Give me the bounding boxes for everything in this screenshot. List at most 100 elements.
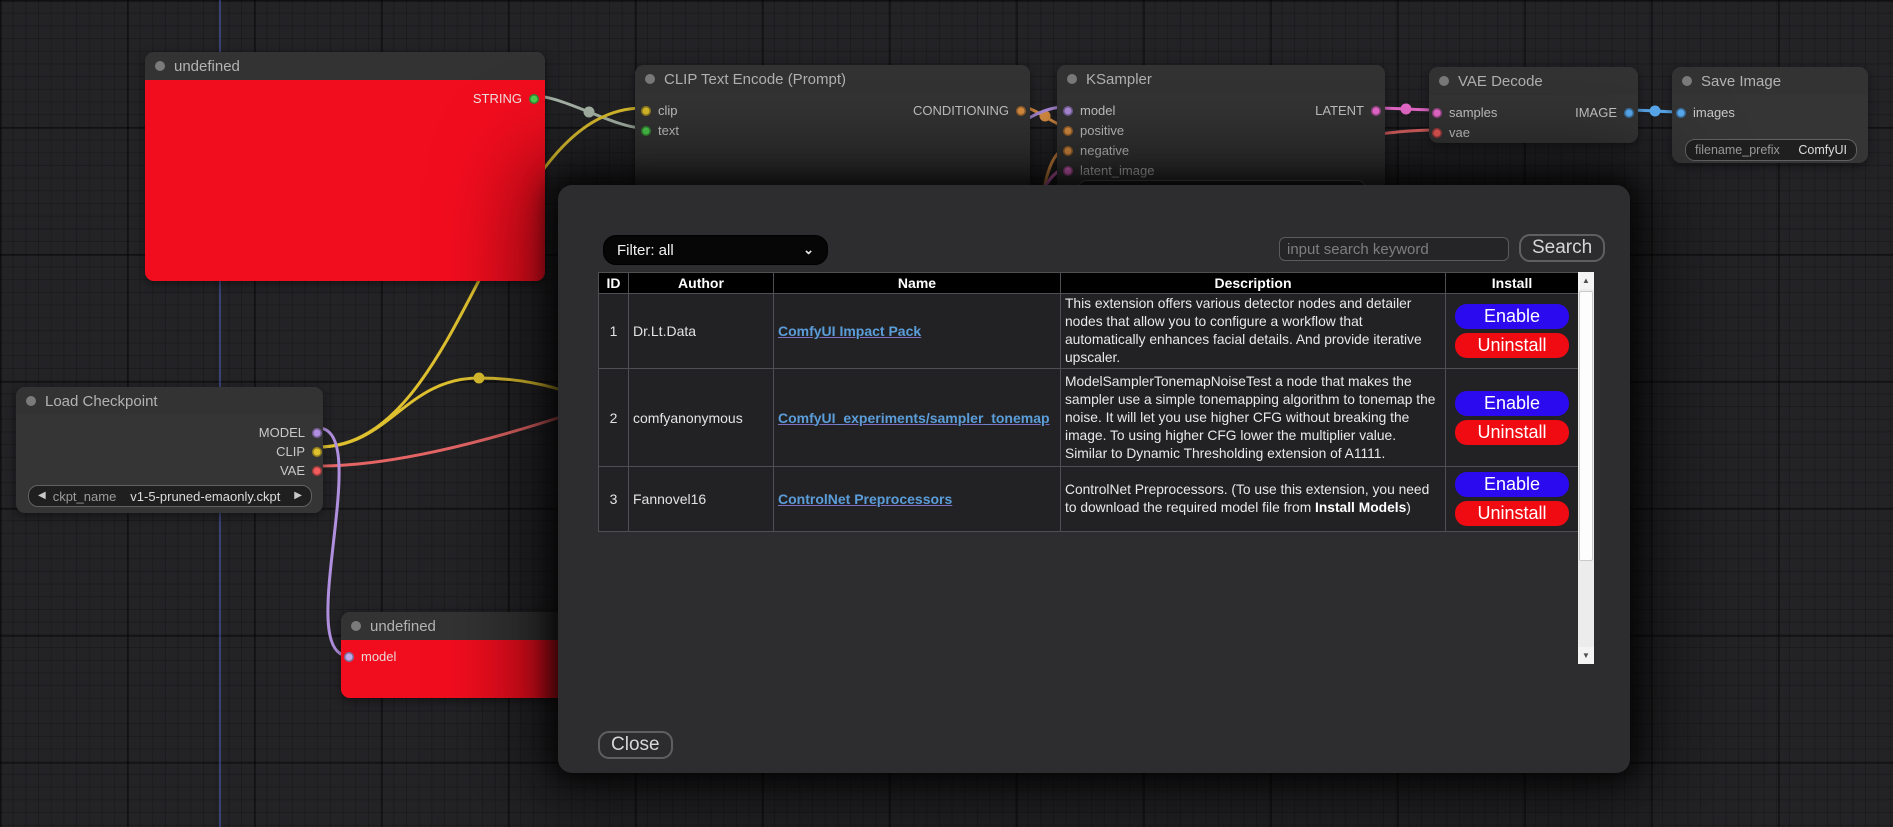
input-dot-images[interactable] <box>1676 108 1686 118</box>
enable-button[interactable]: Enable <box>1455 304 1569 329</box>
decrement-arrow-icon[interactable]: ◀ <box>38 491 46 501</box>
slot-label: text <box>658 123 679 138</box>
input-dot-latent-image[interactable] <box>1063 166 1073 176</box>
node-title: Load Checkpoint <box>45 393 158 410</box>
cell-id: 3 <box>599 467 629 532</box>
input-dot-positive[interactable] <box>1063 126 1073 136</box>
widget-value: v1-5-pruned-emaonly.ckpt <box>130 489 280 504</box>
input-slot-images[interactable]: images <box>1676 105 1735 120</box>
node-save-image[interactable]: Save Image images filename_prefix ComfyU… <box>1672 67 1868 163</box>
pack-link[interactable]: ControlNet Preprocessors <box>778 491 952 507</box>
widget-name: ckpt_name <box>53 489 117 504</box>
input-slot-vae[interactable]: vae <box>1432 125 1470 140</box>
node-titlebar: undefined <box>145 52 545 80</box>
input-dot-samples[interactable] <box>1432 108 1442 118</box>
cell-description: ModelSamplerTonemapNoiseTest a node that… <box>1061 369 1446 467</box>
output-dot-vae[interactable] <box>312 466 322 476</box>
output-dot-clip[interactable] <box>312 447 322 457</box>
node-titlebar: KSampler <box>1057 65 1385 93</box>
node-titlebar: VAE Decode <box>1429 67 1638 95</box>
input-slot-clip[interactable]: clip <box>641 103 678 118</box>
node-vae-decode[interactable]: VAE Decode samples vae IMAGE <box>1429 67 1638 143</box>
node-titlebar: Load Checkpoint <box>16 387 323 415</box>
output-dot-model[interactable] <box>312 428 322 438</box>
table-row: 2 comfyanonymous ComfyUI_experiments/sam… <box>599 369 1579 467</box>
filename-prefix-widget[interactable]: filename_prefix ComfyUI <box>1685 139 1857 161</box>
input-dot-negative[interactable] <box>1063 146 1073 156</box>
output-slot-clip[interactable]: CLIP <box>276 444 322 459</box>
table-header-row: ID Author Name Description Install <box>599 273 1579 294</box>
output-slot-conditioning[interactable]: CONDITIONING <box>913 103 1026 118</box>
output-slot-model[interactable]: MODEL <box>259 425 322 440</box>
output-slot-vae[interactable]: VAE <box>280 463 322 478</box>
slot-label: LATENT <box>1315 103 1364 118</box>
slot-label: IMAGE <box>1575 105 1617 120</box>
ckpt-name-widget[interactable]: ◀ ckpt_name v1-5-pruned-emaonly.ckpt ▶ <box>28 485 312 507</box>
input-dot-vae[interactable] <box>1432 128 1442 138</box>
node-titlebar: Save Image <box>1672 67 1868 95</box>
chevron-down-icon: ⌄ <box>803 242 814 258</box>
cell-author: Fannovel16 <box>629 467 774 532</box>
scroll-down-icon[interactable]: ▼ <box>1578 647 1594 664</box>
node-undefined-top[interactable]: undefined STRING <box>145 52 545 281</box>
header-id: ID <box>599 273 629 294</box>
input-slot-model[interactable]: model <box>1063 103 1115 118</box>
output-slot-image[interactable]: IMAGE <box>1575 105 1634 120</box>
header-install: Install <box>1446 273 1579 294</box>
input-slot-positive[interactable]: positive <box>1063 123 1124 138</box>
slot-label: model <box>1080 103 1115 118</box>
table-scrollbar[interactable]: ▲ ▼ <box>1578 272 1594 664</box>
output-dot-image[interactable] <box>1624 108 1634 118</box>
link-dot[interactable] <box>1401 104 1412 115</box>
input-dot-model[interactable] <box>1063 106 1073 116</box>
search-input[interactable] <box>1279 237 1509 261</box>
input-slot-text[interactable]: text <box>641 123 679 138</box>
pack-link[interactable]: ComfyUI Impact Pack <box>778 323 921 339</box>
link-dot[interactable] <box>474 373 485 384</box>
slot-label: CONDITIONING <box>913 103 1009 118</box>
output-dot-latent[interactable] <box>1371 106 1381 116</box>
cell-author: Dr.Lt.Data <box>629 294 774 369</box>
node-title: KSampler <box>1086 71 1152 88</box>
input-slot-negative[interactable]: negative <box>1063 143 1129 158</box>
extensions-table: ID Author Name Description Install 1 Dr.… <box>598 272 1579 532</box>
link-dot[interactable] <box>584 107 595 118</box>
scroll-up-icon[interactable]: ▲ <box>1578 272 1594 289</box>
custom-nodes-manager-dialog: Filter: all ⌄ Search ID Author Name Desc… <box>558 185 1630 773</box>
node-title: undefined <box>370 618 436 635</box>
input-slot-latent-image[interactable]: latent_image <box>1063 163 1154 178</box>
enable-button[interactable]: Enable <box>1455 472 1569 497</box>
input-dot-model[interactable] <box>344 652 354 662</box>
uninstall-button[interactable]: Uninstall <box>1455 333 1569 358</box>
node-title: Save Image <box>1701 73 1781 90</box>
slot-label: clip <box>658 103 678 118</box>
increment-arrow-icon[interactable]: ▶ <box>294 491 302 501</box>
link-dot[interactable] <box>1650 106 1661 117</box>
input-dot-clip[interactable] <box>641 106 651 116</box>
uninstall-button[interactable]: Uninstall <box>1455 501 1569 526</box>
cell-description: ControlNet Preprocessors. (To use this e… <box>1061 467 1446 532</box>
slot-label: latent_image <box>1080 163 1154 178</box>
search-button[interactable]: Search <box>1519 234 1605 262</box>
table-row: 1 Dr.Lt.Data ComfyUI Impact Pack This ex… <box>599 294 1579 369</box>
input-slot-model[interactable]: model <box>344 649 396 664</box>
output-slot-latent[interactable]: LATENT <box>1315 103 1381 118</box>
input-dot-text[interactable] <box>641 126 651 136</box>
node-status-dot <box>351 621 361 631</box>
comfyui-app: { "icons":{"left_arrow":"◀","right_arrow… <box>0 0 1893 827</box>
output-dot-string[interactable] <box>529 94 539 104</box>
input-slot-samples[interactable]: samples <box>1432 105 1497 120</box>
node-load-checkpoint[interactable]: Load Checkpoint MODEL CLIP VAE ◀ ckpt_na… <box>16 387 323 513</box>
uninstall-button[interactable]: Uninstall <box>1455 420 1569 445</box>
enable-button[interactable]: Enable <box>1455 391 1569 416</box>
scrollbar-thumb[interactable] <box>1579 291 1593 561</box>
pack-link[interactable]: ComfyUI_experiments/sampler_tonemap <box>778 410 1050 426</box>
node-titlebar: CLIP Text Encode (Prompt) <box>635 65 1030 93</box>
output-dot-conditioning[interactable] <box>1016 106 1026 116</box>
filter-dropdown[interactable]: Filter: all ⌄ <box>603 235 828 265</box>
node-status-dot <box>26 396 36 406</box>
close-button[interactable]: Close <box>598 731 673 759</box>
slot-label: vae <box>1449 125 1470 140</box>
slot-label: CLIP <box>276 444 305 459</box>
output-slot-string[interactable]: STRING <box>473 91 539 106</box>
